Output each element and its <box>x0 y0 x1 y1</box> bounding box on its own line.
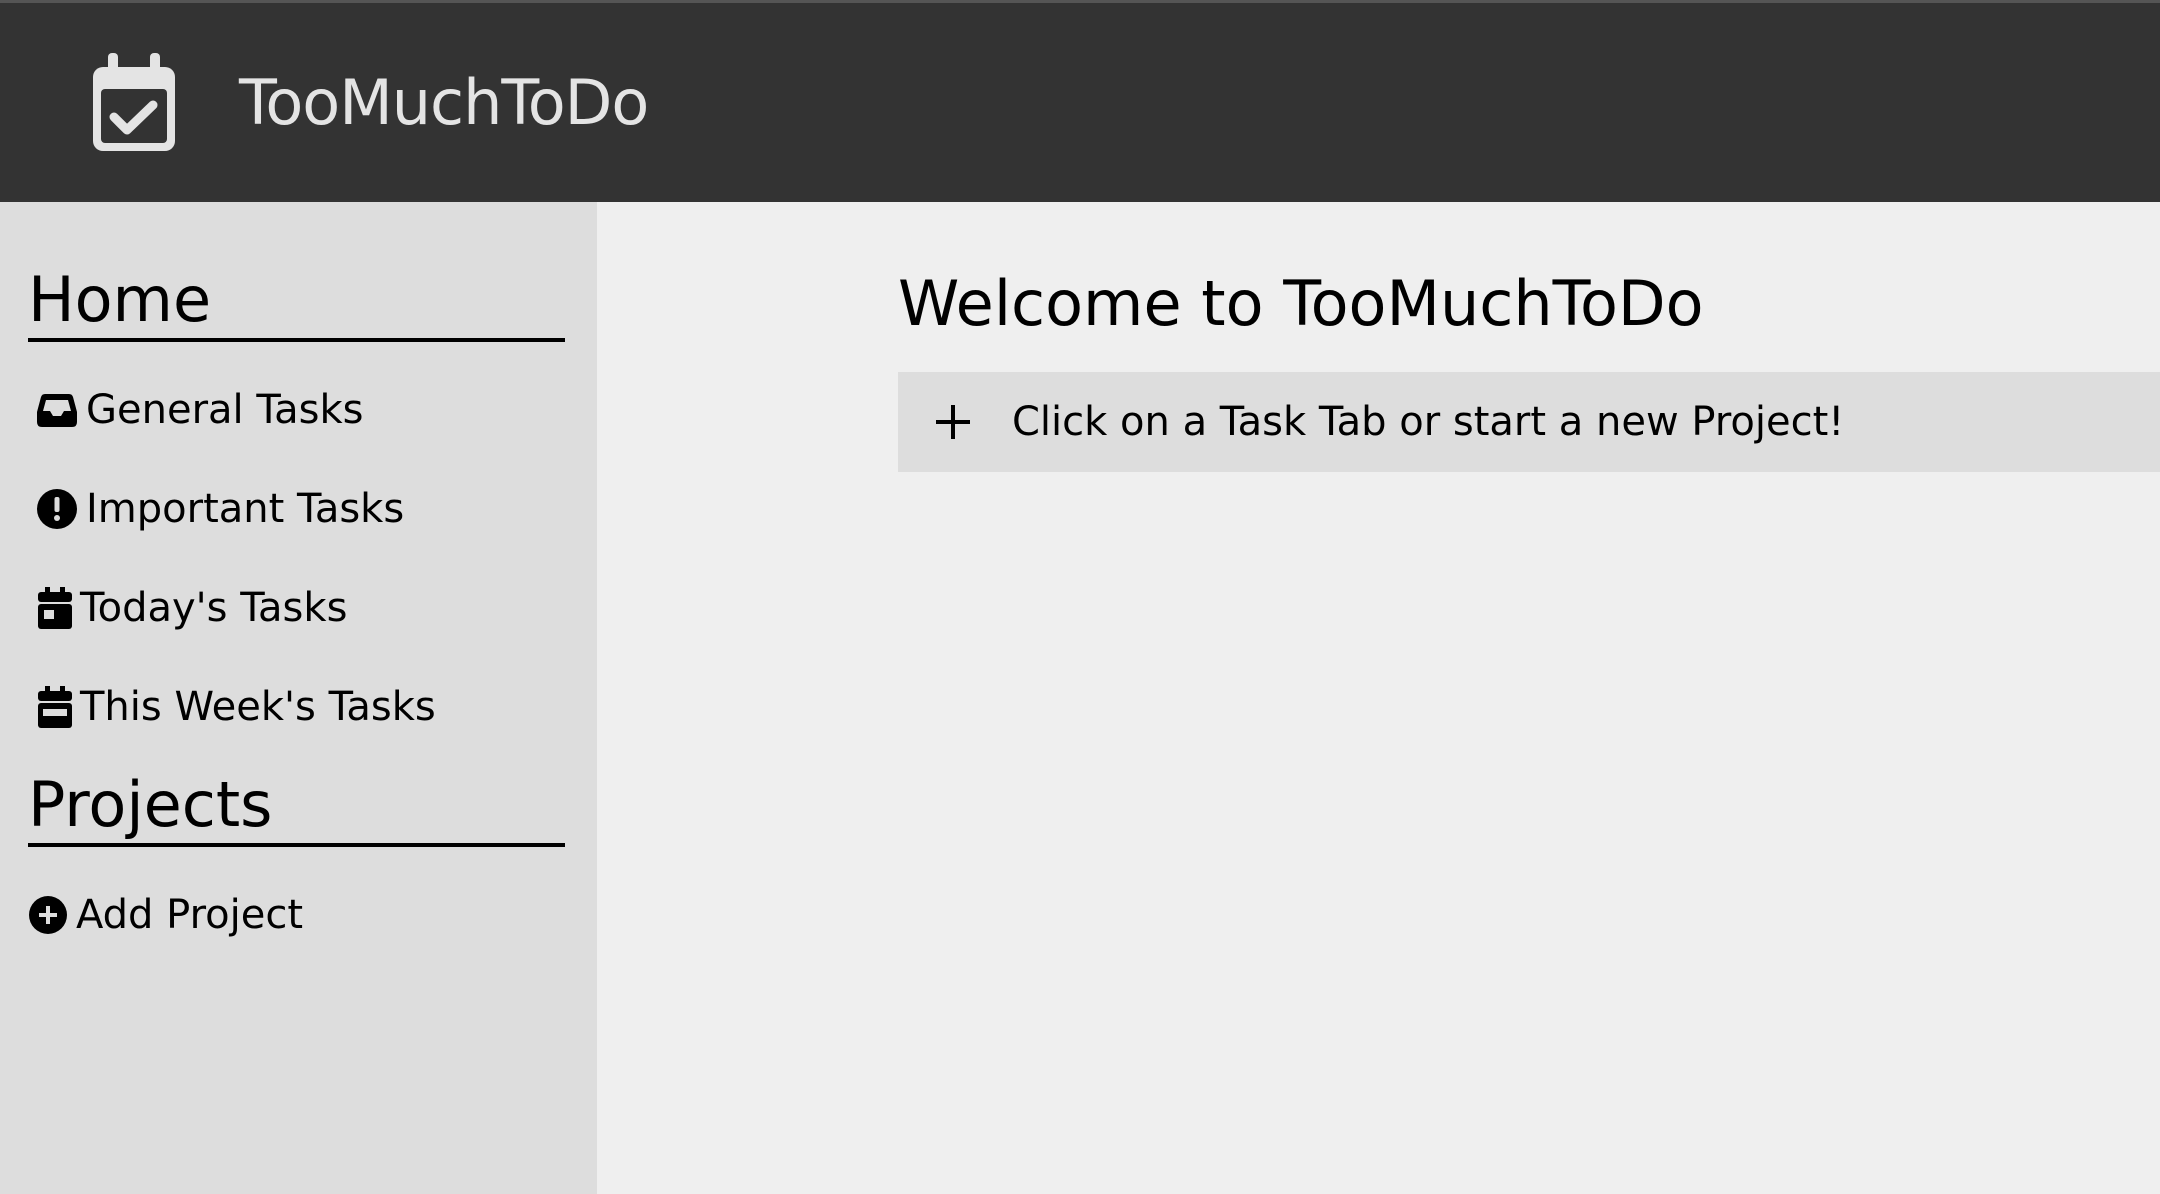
sidebar: Home General Tasks Important Tasks Today… <box>0 202 597 1194</box>
projects-heading[interactable]: Projects <box>28 773 565 847</box>
sidebar-item-label: Important Tasks <box>86 486 405 532</box>
add-project-label: Add Project <box>76 892 304 938</box>
banner-text: Click on a Task Tab or start a new Proje… <box>1012 399 1845 445</box>
info-banner: Click on a Task Tab or start a new Proje… <box>898 372 2160 472</box>
plus-icon <box>936 405 970 439</box>
inbox-icon <box>37 394 77 427</box>
calendar-day-icon <box>38 587 72 629</box>
exclamation-circle-icon <box>37 489 77 529</box>
sidebar-item-todays-tasks[interactable]: Today's Tasks <box>38 584 347 632</box>
page-title: Welcome to TooMuchToDo <box>898 267 1704 340</box>
sidebar-item-this-weeks-tasks[interactable]: This Week's Tasks <box>38 683 436 731</box>
calendar-check-icon <box>93 53 175 151</box>
sidebar-item-label: Today's Tasks <box>80 585 348 631</box>
calendar-week-icon <box>38 686 72 728</box>
sidebar-item-label: General Tasks <box>86 387 364 433</box>
sidebar-item-general-tasks[interactable]: General Tasks <box>36 386 364 434</box>
plus-circle-icon <box>29 896 67 934</box>
home-heading[interactable]: Home <box>28 268 565 342</box>
add-project-button[interactable]: Add Project <box>28 891 303 939</box>
app-title[interactable]: TooMuchToDo <box>239 63 649 143</box>
sidebar-item-label: This Week's Tasks <box>80 684 436 730</box>
sidebar-item-important-tasks[interactable]: Important Tasks <box>36 485 404 533</box>
top-bar: TooMuchToDo <box>0 0 2160 202</box>
